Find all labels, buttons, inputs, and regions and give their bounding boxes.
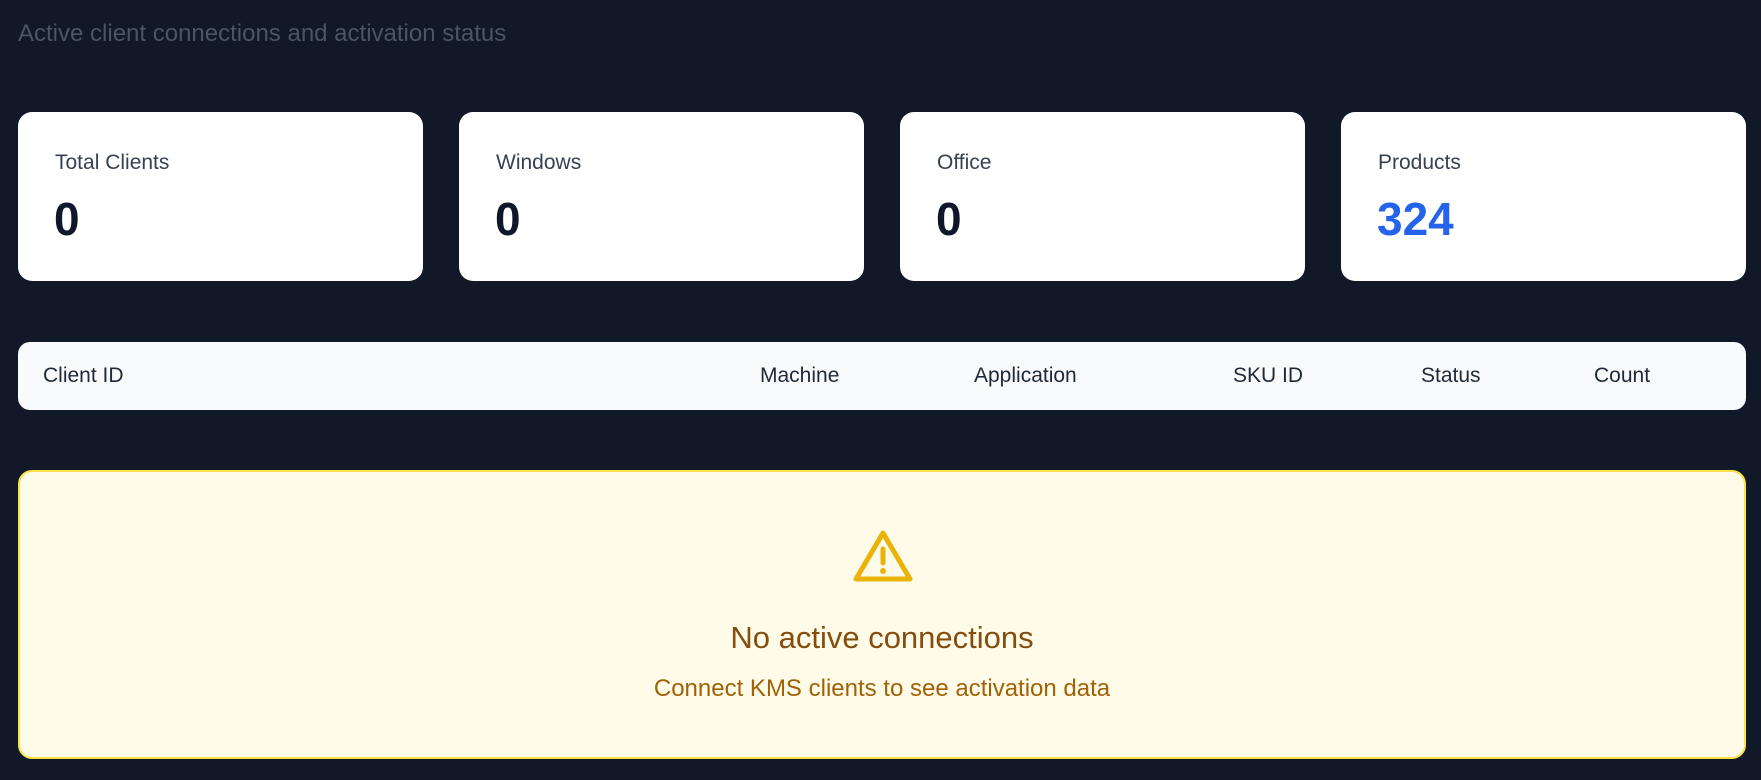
stat-label: Total Clients — [55, 151, 170, 174]
page-subtitle: Active client connections and activation… — [18, 20, 507, 47]
stat-card-total-clients: Total Clients 0 — [18, 112, 423, 281]
stat-card-products: Products 324 — [1341, 112, 1746, 281]
stat-value: 324 — [1377, 193, 1454, 245]
stat-card-windows: Windows 0 — [459, 112, 864, 281]
stat-label: Windows — [496, 151, 582, 174]
kms-dashboard: Active client connections and activation… — [0, 0, 1761, 780]
clients-table-header: Client ID Machine Application SKU ID Sta… — [18, 342, 1746, 410]
stat-label: Products — [1378, 151, 1461, 174]
stat-value: 0 — [54, 193, 80, 245]
empty-state-title: No active connections — [730, 620, 1034, 655]
column-header-machine[interactable]: Machine — [760, 342, 839, 410]
stats-row: Total Clients 0 Windows 0 Office 0 Produ… — [18, 112, 1746, 281]
column-header-application[interactable]: Application — [974, 342, 1077, 410]
stat-value: 0 — [936, 193, 962, 245]
column-header-status[interactable]: Status — [1421, 342, 1481, 410]
empty-state-message: Connect KMS clients to see activation da… — [653, 675, 1111, 702]
column-header-client-id[interactable]: Client ID — [43, 342, 124, 410]
stat-label: Office — [937, 151, 992, 174]
warning-triangle-icon — [853, 530, 913, 582]
column-header-count[interactable]: Count — [1594, 342, 1650, 410]
column-header-sku-id[interactable]: SKU ID — [1233, 342, 1303, 410]
stat-value: 0 — [495, 193, 521, 245]
empty-state-panel: No active connections Connect KMS client… — [18, 470, 1746, 759]
stat-card-office: Office 0 — [900, 112, 1305, 281]
